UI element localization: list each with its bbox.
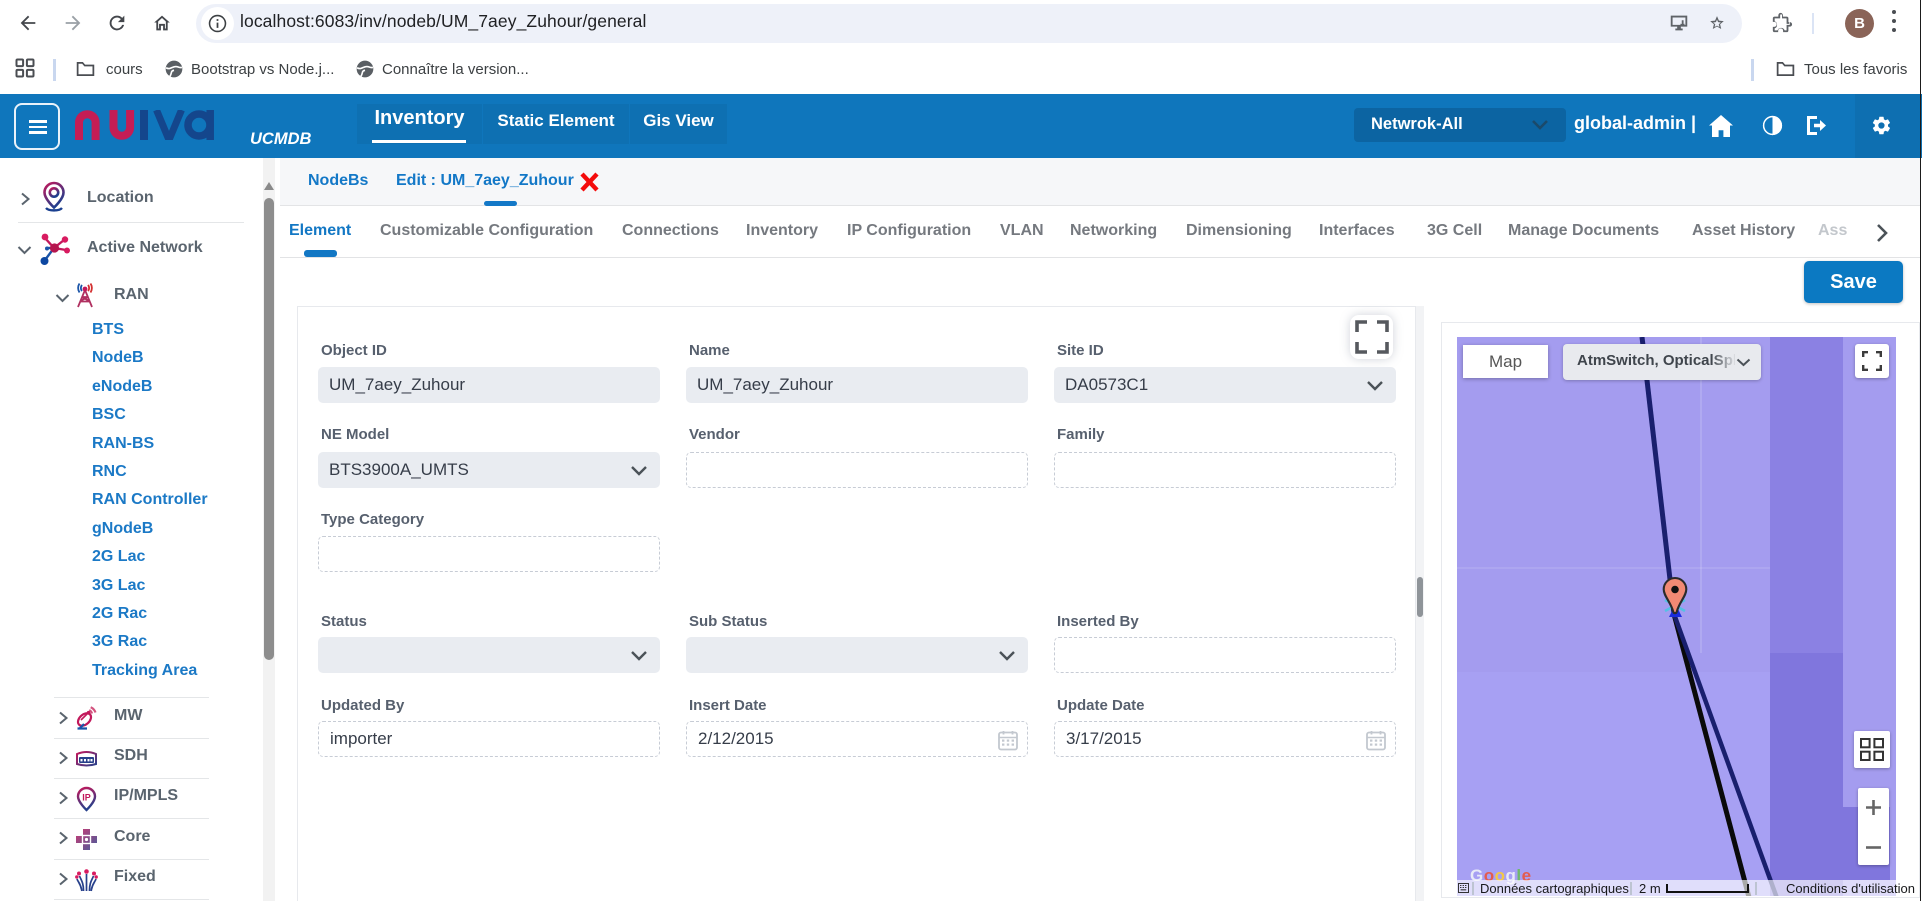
svg-text:IP: IP xyxy=(82,793,91,803)
